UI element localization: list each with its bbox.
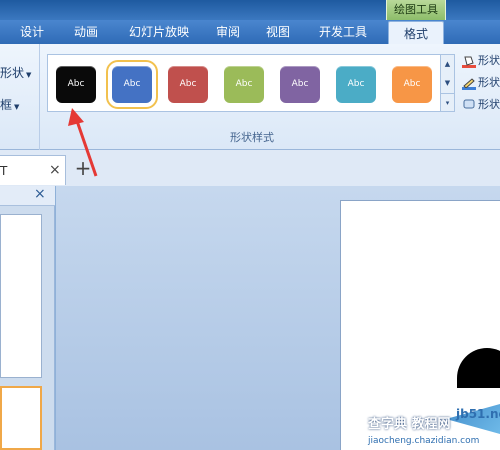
dropdown-arrow-icon: ▼ [14,103,20,111]
tab-view[interactable]: 视图 [258,20,298,44]
shape-outline-button[interactable]: 形状 [462,74,500,90]
slide-thumbnail[interactable] [0,214,42,378]
annotation-arrow [68,108,98,177]
pencil-icon [462,78,476,90]
shape-fill-button[interactable]: 形状 [462,52,500,68]
style-swatch-blue[interactable]: Abc [106,60,158,109]
style-swatch-aqua[interactable]: Abc [336,66,376,103]
scroll-up-icon[interactable]: ▲ [441,55,454,74]
style-swatch-red[interactable]: Abc [168,66,208,103]
shape-fill-label: 形状 [0,66,25,80]
gallery-scrollbar: ▲ ▼ ▾ [441,54,455,112]
shape-outline-cmd-label: 形状 [478,76,500,89]
close-icon[interactable]: × [34,186,46,202]
shape-styles-group-label: 形状样式 [230,131,274,144]
tab-review[interactable]: 审阅 [208,20,248,44]
style-swatch-purple[interactable]: Abc [280,66,320,103]
shape-fill-dropdown[interactable]: 形状 ▼ [0,64,31,81]
shape-outline-dropdown[interactable]: 框 ▼ [0,96,19,113]
scroll-down-icon[interactable]: ▼ [441,74,454,93]
thumbnails-pane-header: × [0,186,55,206]
shape-effects-button[interactable]: 形状 [462,96,500,112]
style-swatch-black[interactable]: Abc [56,66,96,103]
slide-thumbnails-pane: × [0,186,55,450]
shape-effect-icon [462,98,476,110]
paint-bucket-icon [462,56,476,68]
watermark-site: jb51.net [456,407,500,421]
watermark-url: jiaocheng.chazidian.com [368,436,480,446]
tab-slideshow[interactable]: 幻灯片放映 [118,20,200,44]
title-bar: 绘图工具 [0,0,500,20]
style-swatch-green[interactable]: Abc [224,66,264,103]
tab-animation[interactable]: 动画 [62,20,110,44]
tab-format[interactable]: 格式 [388,21,444,44]
document-tab-label: T [0,164,8,178]
shape-fill-cmd-label: 形状 [478,54,500,67]
contextual-tab-label: 绘图工具 [386,0,446,20]
slide-thumbnail[interactable] [0,386,42,450]
shape-outline-label: 框 [0,98,13,112]
tab-design[interactable]: 设计 [10,20,54,44]
watermark-text: 查字典 教程网 [368,417,451,432]
dropdown-arrow-icon: ▼ [26,71,32,79]
close-icon[interactable]: × [49,162,61,178]
tab-developer[interactable]: 开发工具 [310,20,376,44]
document-tab[interactable]: T × [0,155,66,185]
shape-effects-cmd-label: 形状 [478,98,500,111]
ribbon-tabs: 设计 动画 幻灯片放映 审阅 视图 开发工具 格式 [0,20,500,44]
ribbon-group-left: 形状 ▼ 框 ▼ [0,44,40,150]
gallery-expand-icon[interactable]: ▾ [441,93,454,112]
style-swatch-orange[interactable]: Abc [392,66,432,103]
